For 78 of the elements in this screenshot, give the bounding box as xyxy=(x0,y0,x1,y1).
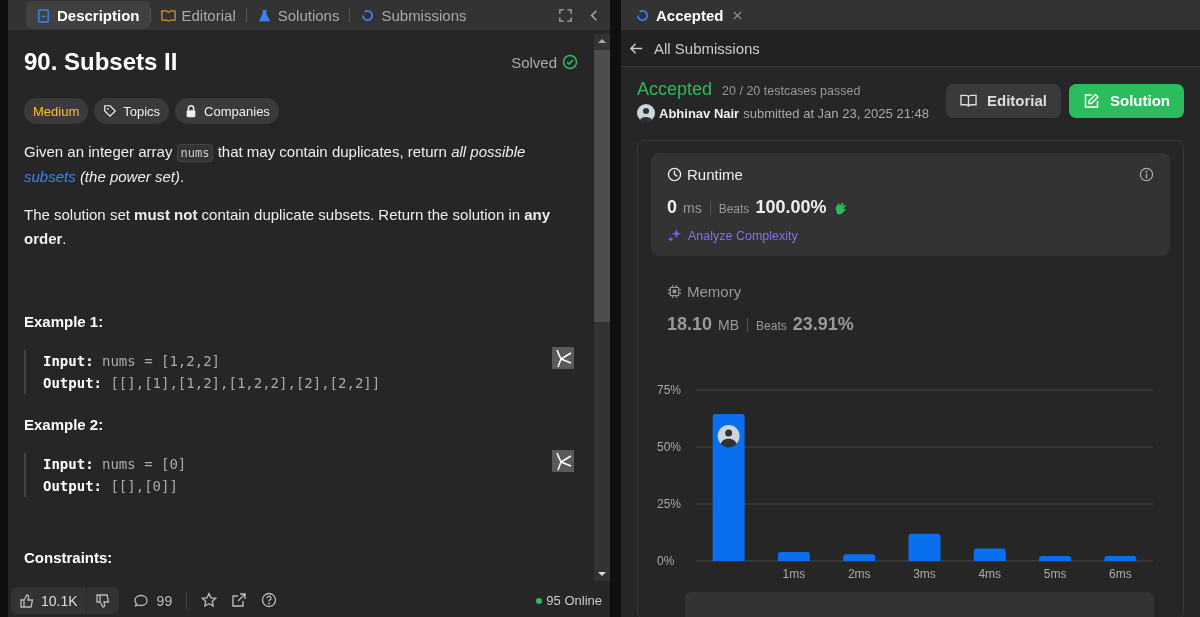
beats-label: Beats xyxy=(718,202,750,216)
thumbs-down-icon xyxy=(94,592,111,609)
example-input-text: Input: nums = [0] xyxy=(43,455,188,474)
example-output-text: Output: [[],[0]] xyxy=(43,477,179,496)
problem-statement: The solution set must not contain duplicate subsets. Return the solution in any order. xyxy=(24,205,552,249)
submitted-time: submitted at Jan 23, 2025 21:48 xyxy=(743,105,929,121)
runtime-card[interactable]: Runtime 0 ms Beats 100.00% Analyze Complexity xyxy=(651,153,1170,256)
expand-icon[interactable] xyxy=(558,7,573,23)
book-icon xyxy=(160,7,176,23)
user-name[interactable]: Abhinav Nair xyxy=(659,105,740,121)
metric-value: 0 xyxy=(667,197,677,218)
check-circle-icon xyxy=(562,54,578,70)
y-axis-label: 50% xyxy=(657,440,682,454)
clock-icon xyxy=(667,167,682,182)
example-input-text: Input: nums = [1,2,2] xyxy=(43,352,221,371)
subsets-link[interactable]: subsets xyxy=(24,168,76,185)
sparkle-icon xyxy=(667,228,682,243)
history-icon xyxy=(360,7,376,23)
editorial-tab[interactable]: Editorial xyxy=(150,1,246,29)
all-submissions-link[interactable]: All Submissions xyxy=(654,39,760,57)
help-icon[interactable] xyxy=(261,592,278,608)
edit-icon xyxy=(1083,92,1100,109)
accepted-tab[interactable]: Accepted xyxy=(635,6,724,24)
beats-percent: 23.91% xyxy=(792,314,854,335)
scrollbar-thumb[interactable] xyxy=(594,50,610,322)
description-tab[interactable]: Description xyxy=(26,1,150,29)
metric-unit: ms xyxy=(683,200,702,216)
y-axis-label: 75% xyxy=(657,383,682,397)
submissions-tab[interactable]: Submissions xyxy=(350,1,477,29)
visualize-icon[interactable] xyxy=(552,347,574,369)
problem-statement: Given an integer array nums that may contain duplicates, return all possible subsets (the power set). xyxy=(24,142,527,187)
metric-unit: MB xyxy=(718,317,740,333)
beats-label: Beats xyxy=(756,319,787,333)
editorial-button[interactable]: Editorial xyxy=(946,83,1061,118)
companies-tag[interactable]: Companies xyxy=(175,98,279,124)
memory-card[interactable]: Memory 18.10 MB Beats 23.91% xyxy=(651,270,1170,348)
x-axis-label: 6ms xyxy=(1109,567,1132,581)
tag-icon xyxy=(103,104,118,118)
x-axis-label: 1ms xyxy=(782,567,806,581)
thumbs-up-icon xyxy=(19,592,35,609)
comment-icon xyxy=(132,592,149,609)
avatar-icon xyxy=(717,424,740,448)
chip-icon xyxy=(667,284,682,299)
comments-button[interactable]: 99 xyxy=(132,587,173,614)
example-heading: Example 2: xyxy=(24,416,105,433)
book-icon xyxy=(960,92,977,109)
history-icon xyxy=(635,7,650,23)
metric-label: Runtime xyxy=(687,166,743,183)
beats-percent: 100.00% xyxy=(755,197,827,218)
example-heading: Example 1: xyxy=(24,313,105,330)
testcases-passed: 20 / 20 testcases passed xyxy=(722,84,861,98)
solved-status: Solved xyxy=(511,53,557,71)
solutions-tab[interactable]: Solutions xyxy=(246,1,350,29)
x-axis-label: 5ms xyxy=(1043,567,1067,581)
online-dot xyxy=(536,598,543,604)
flask-icon xyxy=(256,7,272,23)
share-icon[interactable] xyxy=(231,592,248,608)
metric-label: Memory xyxy=(687,283,742,300)
chart-bar[interactable] xyxy=(712,413,745,561)
metric-value: 18.10 xyxy=(667,314,713,335)
constraints-heading: Constraints: xyxy=(24,549,114,566)
close-icon[interactable] xyxy=(731,9,743,21)
x-axis-label: 3ms xyxy=(913,567,936,581)
star-icon[interactable] xyxy=(201,592,218,608)
difficulty-tag: Medium xyxy=(24,98,89,124)
visualize-icon[interactable] xyxy=(552,450,574,472)
y-axis-label: 25% xyxy=(657,497,682,511)
x-axis-label: 2ms xyxy=(847,567,871,581)
document-icon xyxy=(36,7,51,23)
problem-title: 90. Subsets II xyxy=(24,48,179,76)
avatar-icon xyxy=(637,104,655,122)
y-axis-label: 0% xyxy=(657,554,675,568)
topics-tag[interactable]: Topics xyxy=(94,98,170,124)
accepted-status: Accepted xyxy=(637,79,713,100)
info-icon[interactable] xyxy=(1139,167,1154,182)
example-output-text: Output: [[],[1],[1,2],[1,2,2],[2],[2,2]] xyxy=(43,374,382,393)
online-count: 95 Online xyxy=(546,593,602,608)
x-axis-label: 4ms xyxy=(978,567,1002,581)
